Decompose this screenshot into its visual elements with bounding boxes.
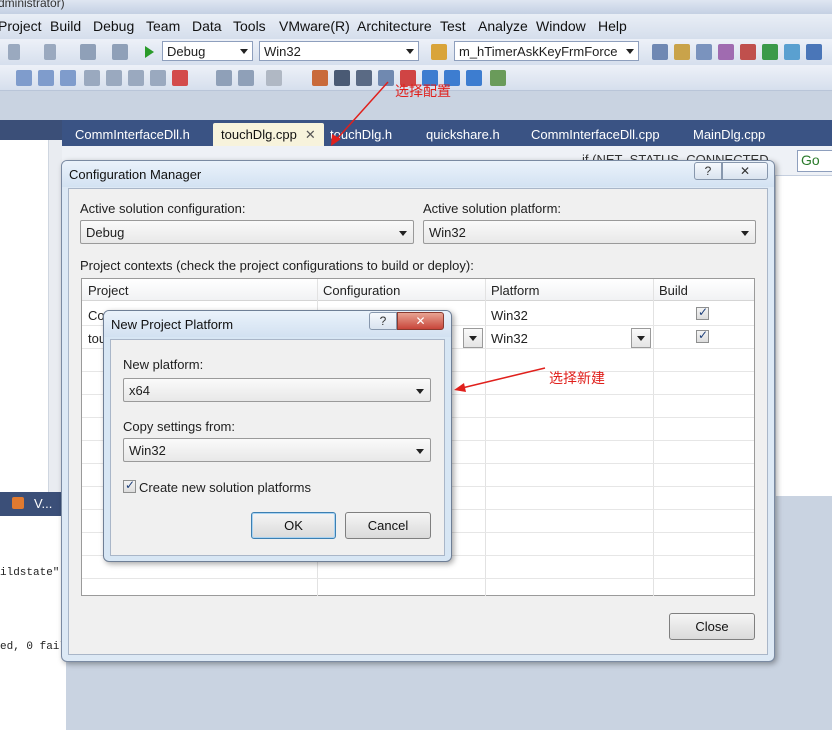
annotation-arrows: [331, 81, 546, 392]
annotation-select-new: 选择新建: [549, 371, 605, 387]
arrow-to-new-platform: [461, 367, 546, 389]
arrowhead-icon: [454, 383, 466, 392]
annotation-select-config: 选择配置: [395, 84, 451, 100]
arrow-to-configuration-manager: [335, 81, 389, 141]
